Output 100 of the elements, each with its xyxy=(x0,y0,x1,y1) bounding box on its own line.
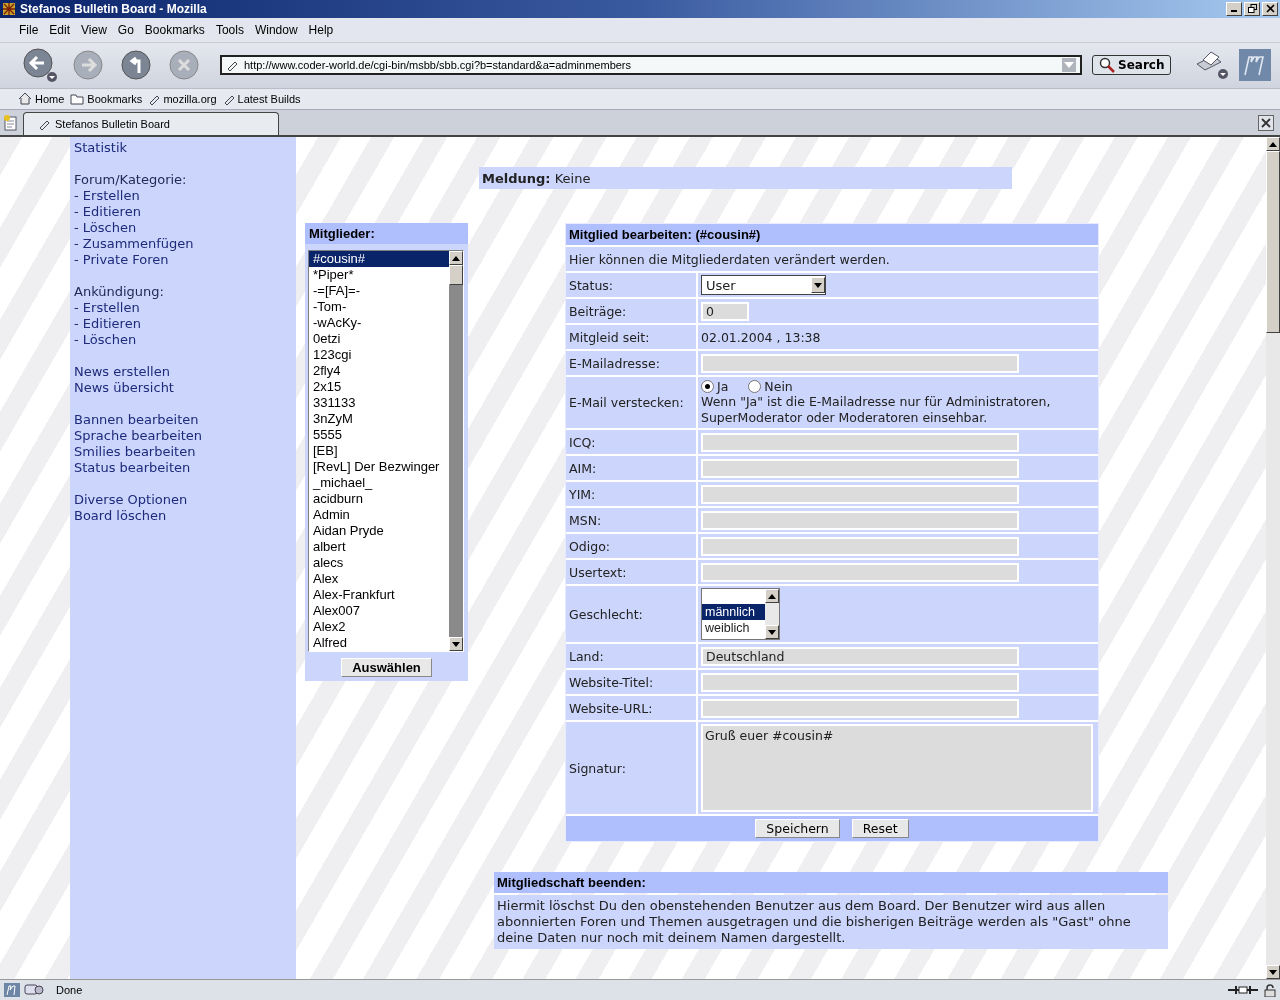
new-tab-icon[interactable] xyxy=(3,115,19,132)
back-button[interactable] xyxy=(20,47,60,84)
listbox-option[interactable]: männlich xyxy=(702,604,765,621)
radio-button[interactable] xyxy=(748,380,762,394)
sidebar-link[interactable]: - Zusammenfügen xyxy=(74,236,296,253)
member-item[interactable]: acidburn xyxy=(309,491,449,508)
bookmark-item[interactable]: mozilla.org xyxy=(148,92,217,105)
input-field[interactable] xyxy=(701,672,1019,692)
members-listbox[interactable]: #cousin# *Piper* -=[FA]=- -Tom- -wAcKy- 0etzi 123cgi 2fly4 2x15 331133 3nZyM 5555 [EB] [RevL] Der Bezwinger _michael_ acidburn Admin Aidan Pryde albert alecs Alex Alex-Frankfurt Alex007 Alex2 Alfred xyxy=(308,250,464,653)
menu-item[interactable]: Go xyxy=(112,22,140,37)
sidebar-link[interactable]: Board löschen xyxy=(74,508,296,525)
member-item[interactable]: *Piper* xyxy=(309,267,449,284)
gender-listbox[interactable]: männlich weiblich xyxy=(701,588,780,641)
down-arrow-icon[interactable] xyxy=(1269,969,1277,975)
page-scrollbar[interactable] xyxy=(1266,137,1280,980)
sidebar-link[interactable]: News erstellen xyxy=(74,364,296,381)
sidebar-link[interactable]: - Erstellen xyxy=(74,188,296,205)
member-item[interactable]: [RevL] Der Bezwinger xyxy=(309,459,449,476)
menu-item[interactable]: Edit xyxy=(44,22,77,37)
form-button[interactable]: Speichern xyxy=(755,819,840,839)
member-item[interactable]: -Tom- xyxy=(309,299,449,316)
menu-item[interactable]: View xyxy=(76,22,113,37)
menu-item[interactable]: Window xyxy=(249,22,304,37)
signature-field[interactable]: Gruß euer #cousin# xyxy=(701,724,1093,813)
member-item[interactable]: [EB] xyxy=(309,443,449,460)
browser-tab[interactable]: Stefanos Bulletin Board xyxy=(23,112,279,136)
select-button[interactable]: Auswählen xyxy=(341,658,432,678)
member-item[interactable]: 3nZyM xyxy=(309,411,449,428)
menu-item[interactable]: File xyxy=(14,22,45,37)
down-arrow-icon[interactable] xyxy=(452,641,460,647)
bookmark-item[interactable]: Latest Builds xyxy=(222,92,301,105)
bookmark-item[interactable]: Home xyxy=(18,92,65,106)
sidebar-link[interactable]: - Editieren xyxy=(74,204,296,221)
dropdown-icon[interactable] xyxy=(814,282,822,288)
up-arrow-icon[interactable] xyxy=(1269,141,1277,147)
menu-item[interactable]: Bookmarks xyxy=(139,22,211,37)
input-field[interactable] xyxy=(701,484,1019,504)
input-field[interactable] xyxy=(701,458,1019,478)
member-item[interactable]: Aidan Pryde xyxy=(309,523,449,540)
down-arrow-icon[interactable] xyxy=(768,629,776,635)
bookmark-item[interactable]: Bookmarks xyxy=(70,92,143,105)
member-item[interactable]: 2x15 xyxy=(309,379,449,396)
sidebar-link[interactable]: - Löschen xyxy=(74,220,296,237)
input-field[interactable]: Deutschland xyxy=(701,646,1019,666)
member-item[interactable]: _michael_ xyxy=(309,475,449,492)
menu-item[interactable]: Tools xyxy=(210,22,250,37)
member-item[interactable]: Alex2 xyxy=(309,619,449,636)
up-arrow-icon[interactable] xyxy=(452,255,460,261)
logo-icon[interactable] xyxy=(4,983,20,997)
member-item[interactable]: -wAcKy- xyxy=(309,315,449,332)
member-item[interactable]: 2fly4 xyxy=(309,363,449,380)
member-item[interactable]: Alex007 xyxy=(309,603,449,620)
input-field[interactable]: 0 xyxy=(701,301,749,321)
member-item[interactable]: -=[FA]=- xyxy=(309,283,449,300)
close-tab-button[interactable] xyxy=(1258,114,1274,131)
member-item[interactable]: #cousin# xyxy=(309,251,449,268)
menu-item[interactable]: Help xyxy=(303,22,340,37)
input-field[interactable] xyxy=(701,536,1019,556)
member-item[interactable]: 331133 xyxy=(309,395,449,412)
input-field[interactable] xyxy=(701,353,1019,373)
radio-label: Ja xyxy=(717,379,729,395)
chat-icon[interactable] xyxy=(24,983,44,997)
sidebar-link[interactable]: Diverse Optionen xyxy=(74,492,296,509)
up-arrow-icon[interactable] xyxy=(768,593,776,599)
sidebar-link[interactable]: - Private Foren xyxy=(74,252,296,269)
scrollbar-thumb[interactable] xyxy=(1266,151,1280,334)
member-item[interactable]: Alfred xyxy=(309,635,449,652)
minimize-button[interactable] xyxy=(1226,1,1242,16)
sidebar-link[interactable]: Smilies bearbeiten xyxy=(74,444,296,461)
form-button[interactable]: Reset xyxy=(851,819,909,839)
scrollbar-thumb[interactable] xyxy=(449,265,463,286)
restore-button[interactable] xyxy=(1244,1,1260,16)
sidebar-link[interactable]: - Editieren xyxy=(74,316,296,333)
member-item[interactable]: Alex xyxy=(309,571,449,588)
member-item[interactable]: albert xyxy=(309,539,449,556)
close-button[interactable] xyxy=(1262,1,1278,16)
sidebar-link[interactable]: Bannen bearbeiten xyxy=(74,412,296,429)
input-field[interactable] xyxy=(701,510,1019,530)
address-field[interactable]: http://www.coder-world.de/cgi-bin/msbb/sbb.cgi?b=standard&a=adminmembers xyxy=(220,55,1082,76)
member-item[interactable]: 123cgi xyxy=(309,347,449,364)
listbox-option[interactable]: weiblich xyxy=(702,620,765,637)
status-select[interactable]: User xyxy=(701,275,826,296)
member-item[interactable]: 5555 xyxy=(309,427,449,444)
input-field[interactable] xyxy=(701,562,1019,582)
member-item[interactable]: Admin xyxy=(309,507,449,524)
member-item[interactable]: 0etzi xyxy=(309,331,449,348)
member-item[interactable]: alecs xyxy=(309,555,449,572)
search-button[interactable]: Search xyxy=(1092,55,1172,76)
sidebar-link[interactable]: Statistik xyxy=(74,140,296,157)
sidebar-link[interactable]: - Erstellen xyxy=(74,300,296,317)
input-field[interactable] xyxy=(701,432,1019,452)
sidebar-link[interactable]: - Löschen xyxy=(74,332,296,349)
sidebar-link[interactable]: Status bearbeiten xyxy=(74,460,296,477)
input-field[interactable] xyxy=(701,698,1019,718)
list-scrollbar[interactable] xyxy=(449,251,463,652)
sidebar-link[interactable]: News übersicht xyxy=(74,380,296,397)
sidebar-link[interactable]: Sprache bearbeiten xyxy=(74,428,296,445)
logo-icon[interactable] xyxy=(1239,49,1272,82)
radio-button[interactable] xyxy=(701,380,714,394)
member-item[interactable]: Alex-Frankfurt xyxy=(309,587,449,604)
